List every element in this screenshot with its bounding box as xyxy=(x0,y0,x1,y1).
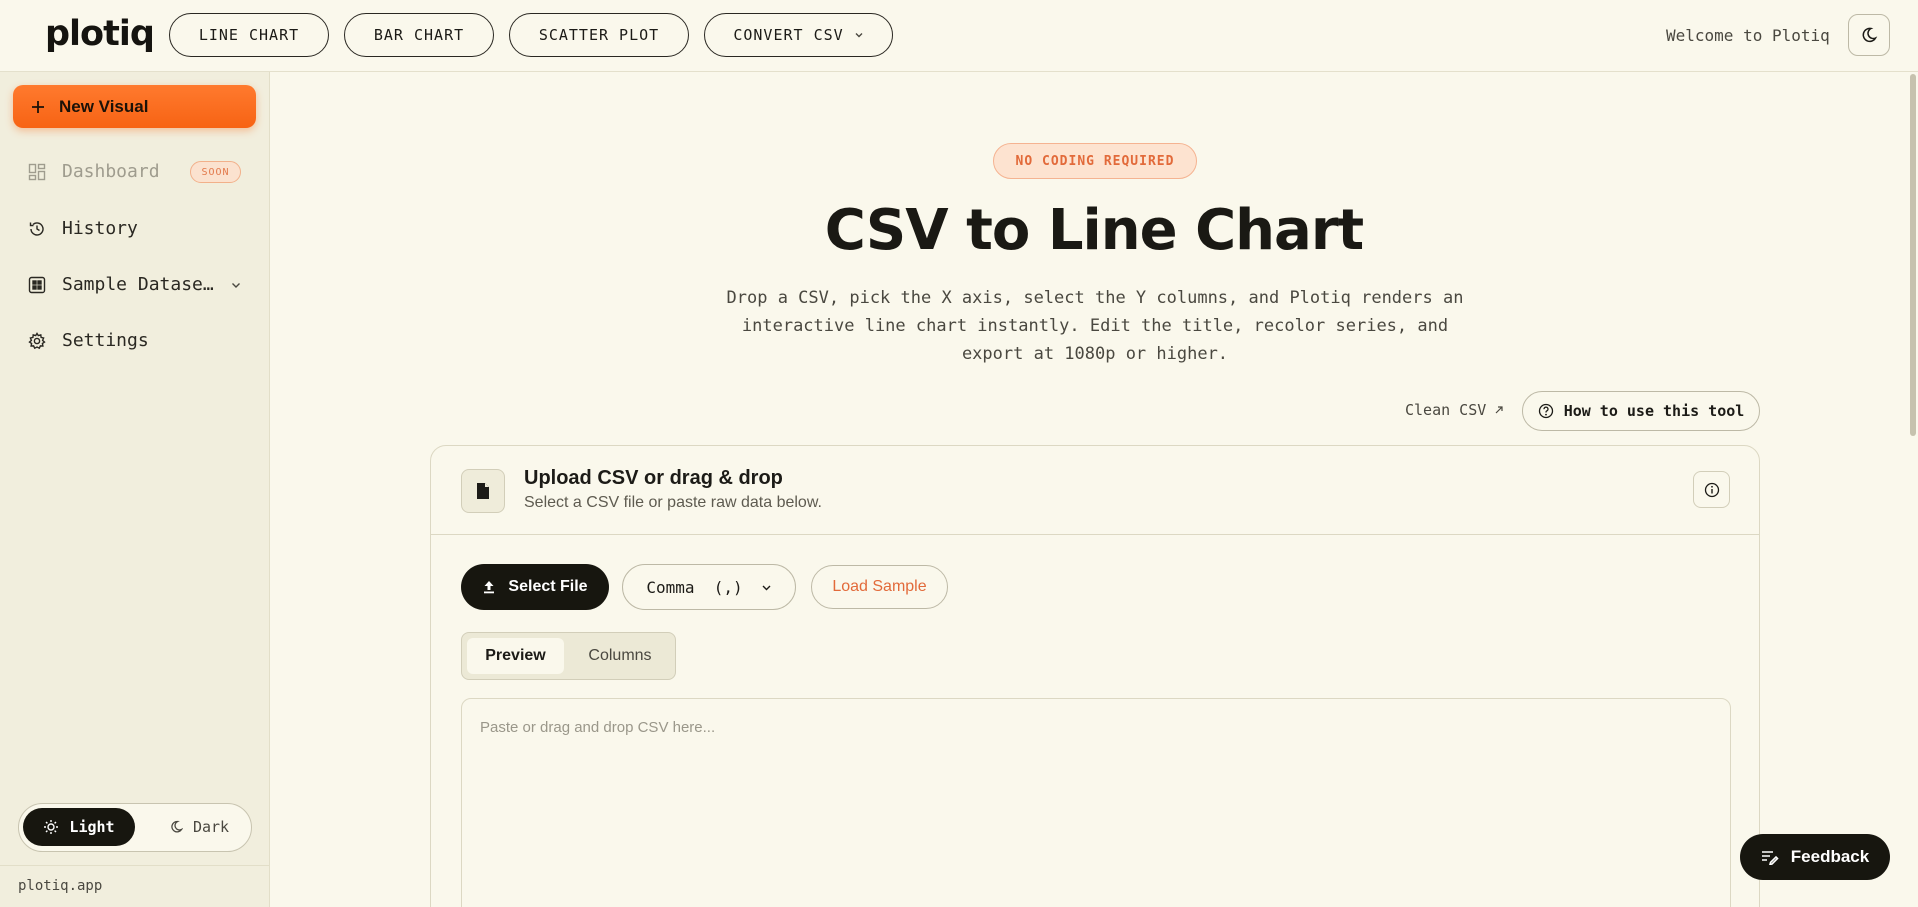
upload-card-header: Upload CSV or drag & drop Select a CSV f… xyxy=(431,446,1759,535)
clean-csv-label: Clean CSV xyxy=(1405,401,1487,419)
dataset-icon xyxy=(28,276,46,293)
sidebar-item-sample-datasets[interactable]: Sample Datase… xyxy=(28,274,242,295)
info-button[interactable] xyxy=(1693,471,1730,508)
chevron-down-icon xyxy=(762,585,771,590)
how-to-label: How to use this tool xyxy=(1563,402,1745,420)
load-sample-button[interactable]: Load Sample xyxy=(811,565,948,609)
moon-icon xyxy=(171,820,183,833)
external-link-icon xyxy=(1495,406,1503,414)
select-file-button[interactable]: Select File xyxy=(461,564,609,610)
nav-label: SCATTER PLOT xyxy=(538,26,660,44)
page-title: CSV to Line Chart xyxy=(824,198,1364,263)
plus-icon xyxy=(32,100,44,113)
sidebar-item-label: Settings xyxy=(62,330,149,351)
nav-bar-chart[interactable]: BAR CHART xyxy=(344,13,494,57)
select-file-label: Select File xyxy=(508,578,588,595)
theme-light-label: Light xyxy=(69,818,115,836)
chevron-down-icon xyxy=(855,33,863,38)
how-to-use-button[interactable]: How to use this tool xyxy=(1522,391,1760,431)
upload-icon xyxy=(484,581,495,594)
sidebar-item-dashboard: Dashboard xyxy=(28,161,160,182)
description-line: Drop a CSV, pick the X axis, select the … xyxy=(726,288,1464,308)
tab-columns[interactable]: Columns xyxy=(570,638,670,674)
moon-icon xyxy=(1862,27,1878,43)
nav-label: BAR CHART xyxy=(373,26,465,44)
upload-subtitle: Select a CSV file or paste raw data belo… xyxy=(524,494,822,511)
upload-card: Upload CSV or drag & drop Select a CSV f… xyxy=(430,445,1760,907)
theme-switcher: Light Dark xyxy=(18,803,252,852)
clean-csv-link[interactable]: Clean CSV xyxy=(1405,401,1504,419)
soon-badge: SOON xyxy=(190,161,241,183)
tab-preview[interactable]: Preview xyxy=(467,638,564,674)
sidebar-item-label: History xyxy=(62,218,138,239)
no-coding-badge: NO CODING REQUIRED xyxy=(993,143,1197,179)
file-icon xyxy=(477,483,489,499)
new-visual-label: New Visual xyxy=(59,96,149,116)
theme-light-option[interactable]: Light xyxy=(23,808,135,846)
page-scrollbar[interactable] xyxy=(1908,72,1918,907)
delimiter-value: Comma (,) xyxy=(646,577,743,597)
nav-line-chart[interactable]: LINE CHART xyxy=(169,13,329,57)
description-line: export at 1080p or higher. xyxy=(961,344,1229,364)
gear-icon xyxy=(28,331,46,349)
sun-icon xyxy=(44,820,59,834)
welcome-text: Welcome to Plotiq xyxy=(1666,26,1830,45)
sidebar-item-history[interactable]: History xyxy=(28,218,138,239)
history-icon xyxy=(29,221,44,236)
logo[interactable]: plotiq xyxy=(45,14,155,54)
new-visual-button[interactable]: New Visual xyxy=(13,85,256,128)
file-icon-box xyxy=(461,469,505,513)
delimiter-select[interactable]: Comma (,) xyxy=(622,564,796,610)
info-icon xyxy=(1704,482,1719,497)
dashboard-icon xyxy=(28,163,46,180)
sidebar: New Visual Dashboard SOON History Sample… xyxy=(0,72,270,907)
csv-input[interactable] xyxy=(461,698,1731,907)
feedback-icon xyxy=(1761,851,1779,865)
theme-dark-label: Dark xyxy=(192,818,230,836)
chevron-down-icon xyxy=(231,282,240,288)
description-line: interactive line chart instantly. Edit t… xyxy=(741,316,1449,336)
sidebar-item-label: Sample Datase… xyxy=(62,274,214,295)
theme-dark-option[interactable]: Dark xyxy=(159,808,239,846)
feedback-button[interactable]: Feedback xyxy=(1740,834,1890,880)
site-url[interactable]: plotiq.app xyxy=(18,878,102,894)
theme-toggle-button[interactable] xyxy=(1848,14,1890,56)
sidebar-item-label: Dashboard xyxy=(62,161,160,182)
page-description: Drop a CSV, pick the X axis, select the … xyxy=(700,284,1490,368)
top-bar: plotiq LINE CHART BAR CHART SCATTER PLOT… xyxy=(0,0,1918,72)
nav-label: LINE CHART xyxy=(198,26,300,44)
feedback-label: Feedback xyxy=(1790,847,1870,866)
upload-title: Upload CSV or drag & drop xyxy=(524,467,783,489)
nav-label: CONVERT CSV xyxy=(733,26,844,44)
nav-scatter-plot[interactable]: SCATTER PLOT xyxy=(509,13,689,57)
view-tabs: Preview Columns xyxy=(461,632,676,680)
sidebar-item-settings[interactable]: Settings xyxy=(28,330,149,351)
scrollbar-thumb[interactable] xyxy=(1910,74,1916,436)
help-icon xyxy=(1538,403,1553,419)
nav-convert-csv[interactable]: CONVERT CSV xyxy=(704,13,893,57)
sidebar-footer: plotiq.app xyxy=(0,865,270,894)
